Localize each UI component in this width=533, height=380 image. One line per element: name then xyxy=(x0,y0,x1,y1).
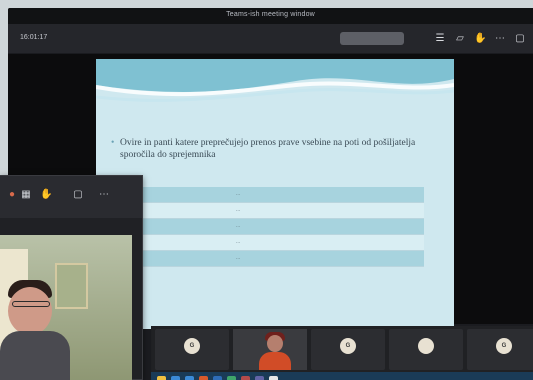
table-cell: ... xyxy=(236,239,241,245)
expand-icon[interactable]: ▢ xyxy=(514,33,526,45)
participant-tile[interactable] xyxy=(389,329,463,370)
edge-icon[interactable] xyxy=(171,376,180,380)
table-row: ... ... xyxy=(124,251,424,267)
participant-video-tile[interactable] xyxy=(233,329,307,370)
chrome-icon[interactable] xyxy=(269,376,278,380)
windows-taskbar xyxy=(151,372,533,380)
teams-icon[interactable] xyxy=(255,376,264,380)
mic-icon[interactable]: ● xyxy=(6,189,18,201)
table-cell: ... xyxy=(236,191,241,197)
monitor-photo: Teams-ish meeting window 16:01:17 ☰ ▱ ✋ … xyxy=(0,0,533,380)
screen-share-indicator xyxy=(340,32,404,45)
participant-avatar: G xyxy=(340,338,356,354)
slide-table: ... ... ... ... ... ... ... ... xyxy=(124,187,424,267)
camera-icon[interactable]: ▢ xyxy=(72,189,84,201)
participant-avatar xyxy=(418,338,434,354)
explorer-icon[interactable] xyxy=(157,376,166,380)
person-glasses xyxy=(12,301,50,307)
raise-hand-icon[interactable]: ✋ xyxy=(40,189,52,201)
participant-avatar: G xyxy=(184,338,200,354)
chat-icon[interactable]: ▱ xyxy=(454,33,466,45)
person-body xyxy=(0,331,70,380)
title-bar: Teams-ish meeting window xyxy=(8,8,533,24)
excel-icon[interactable] xyxy=(227,376,236,380)
video-person-body xyxy=(259,352,291,370)
slide-bullet-label: Ovire in panti katere preprečujejo preno… xyxy=(120,138,416,160)
window-title: Teams-ish meeting window xyxy=(226,11,315,18)
background-picture-frame xyxy=(55,263,88,309)
table-row: ... ... xyxy=(124,219,424,235)
person-head xyxy=(8,287,52,335)
table-row: ... ... xyxy=(124,235,424,251)
meeting-toolbar: 16:01:17 ☰ ▱ ✋ ⋯ ▢ xyxy=(8,24,533,54)
self-video-preview xyxy=(0,235,132,380)
word-icon[interactable] xyxy=(213,376,222,380)
raise-hand-icon[interactable]: ✋ xyxy=(474,33,486,45)
presentation-slide: • Ovire in panti katere preprečujejo pre… xyxy=(96,59,454,329)
floating-controls-bar: ● ▦ ✋ ▢ ⋯ xyxy=(0,176,142,218)
ppt-icon[interactable] xyxy=(241,376,250,380)
participant-tile[interactable]: G xyxy=(467,329,533,370)
more-icon[interactable]: ⋯ xyxy=(98,189,110,201)
bullet-dot: • xyxy=(111,138,115,148)
table-cell: ... xyxy=(236,223,241,229)
store-icon[interactable] xyxy=(185,376,194,380)
meeting-timer: 16:01:17 xyxy=(20,34,48,41)
table-row: ... ... xyxy=(124,203,424,219)
participant-strip: G G G xyxy=(151,326,533,372)
slide-bullet-text: • Ovire in panti katere preprečujejo pre… xyxy=(111,137,440,161)
table-row: ... ... xyxy=(124,187,424,203)
slide-header-wave xyxy=(96,59,454,102)
more-icon[interactable]: ⋯ xyxy=(494,33,506,45)
participant-tile[interactable]: G xyxy=(155,329,229,370)
participant-tile[interactable]: G xyxy=(311,329,385,370)
participant-avatar: G xyxy=(496,338,512,354)
table-cell: ... xyxy=(236,255,241,261)
office-icon[interactable] xyxy=(199,376,208,380)
video-person-head xyxy=(267,335,283,352)
people-icon[interactable]: ☰ xyxy=(434,33,446,45)
table-cell: ... xyxy=(236,207,241,213)
grid-icon[interactable]: ▦ xyxy=(20,189,32,201)
floating-meeting-window: ● ▦ ✋ ▢ ⋯ xyxy=(0,175,143,380)
